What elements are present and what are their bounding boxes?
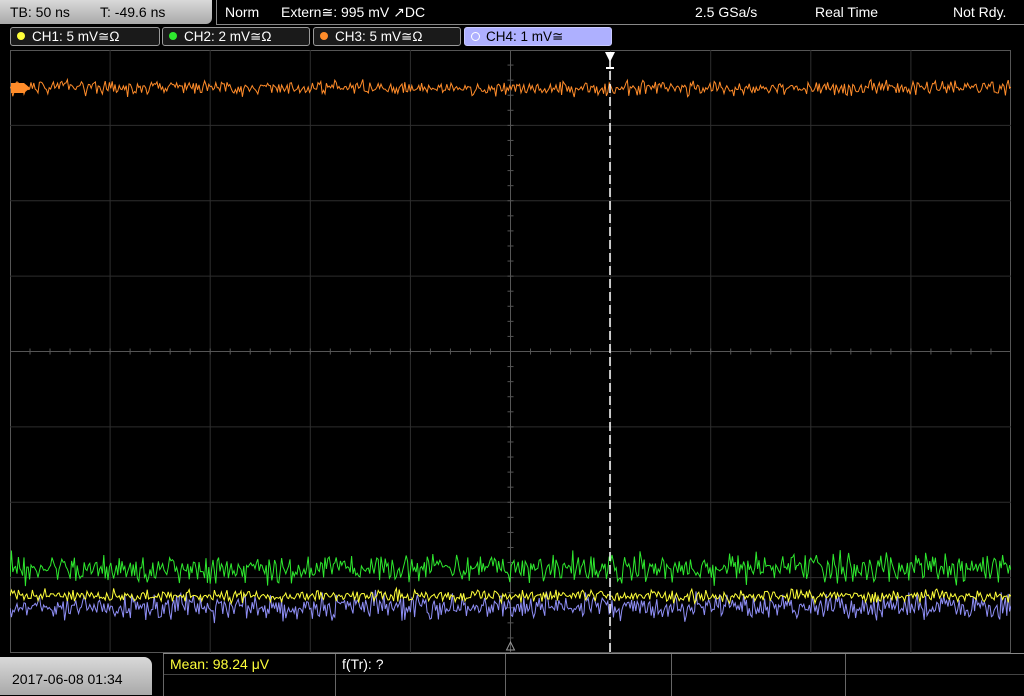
channel-tab-ch3[interactable]: CH3: 5 mV≅Ω xyxy=(313,27,461,46)
mean-measurement[interactable]: Mean: 98.24 μV xyxy=(163,654,335,696)
ch2-dot-icon xyxy=(169,32,177,40)
measurement-slot-4[interactable] xyxy=(671,654,845,696)
channel-label: CH2: 2 mV≅Ω xyxy=(184,29,272,44)
ch4-dot-icon xyxy=(471,32,480,41)
trigger-mode[interactable]: Norm xyxy=(225,4,259,20)
channel-tab-ch4[interactable]: CH4: 1 mV≅ xyxy=(464,27,612,46)
ch3-dot-icon xyxy=(320,32,328,40)
status-bar: Norm Extern≅: 995 mV ↗DC 2.5 GSa/s Real … xyxy=(216,0,1024,25)
measurement-slot-5[interactable] xyxy=(845,654,1024,696)
trigger-time-label: T: -49.6 ns xyxy=(100,4,166,20)
channel-label: CH4: 1 mV≅ xyxy=(486,29,564,44)
ch1-dot-icon xyxy=(17,32,25,40)
mean-value: Mean: 98.24 μV xyxy=(170,656,270,672)
channel-tab-ch1[interactable]: CH1: 5 mV≅Ω xyxy=(10,27,160,46)
top-bar: TB: 50 ns T: -49.6 ns Norm Extern≅: 995 … xyxy=(0,0,1024,25)
ftr-measurement[interactable]: f(Tr): ? xyxy=(335,654,505,696)
timebase-panel[interactable]: TB: 50 ns T: -49.6 ns xyxy=(0,0,212,24)
acquisition-state: Not Rdy. xyxy=(953,4,1007,20)
channel-label: CH3: 5 mV≅Ω xyxy=(335,29,423,44)
trigger-marker-icon xyxy=(605,52,615,62)
datetime-panel: 2017-06-08 01:34 xyxy=(0,657,152,695)
measurement-slot-3[interactable] xyxy=(505,654,671,696)
acquisition-mode[interactable]: Real Time xyxy=(815,4,878,20)
channel-tab-ch2[interactable]: CH2: 2 mV≅Ω xyxy=(162,27,310,46)
channel-label: CH1: 5 mV≅Ω xyxy=(32,29,120,44)
timebase-label: TB: 50 ns xyxy=(10,4,70,20)
waveform-grid xyxy=(10,50,1011,653)
ch3-offset-marker-icon xyxy=(11,83,30,93)
measurement-bar: Mean: 98.24 μV f(Tr): ? xyxy=(163,653,1024,696)
channel-tabs: CH1: 5 mV≅Ω CH2: 2 mV≅Ω CH3: 5 mV≅Ω CH4:… xyxy=(0,27,1024,47)
sample-rate: 2.5 GSa/s xyxy=(695,4,758,20)
trigger-source[interactable]: Extern≅: 995 mV ↗DC xyxy=(281,4,425,21)
datetime-label: 2017-06-08 01:34 xyxy=(12,671,123,687)
ftr-value: f(Tr): ? xyxy=(342,656,384,672)
